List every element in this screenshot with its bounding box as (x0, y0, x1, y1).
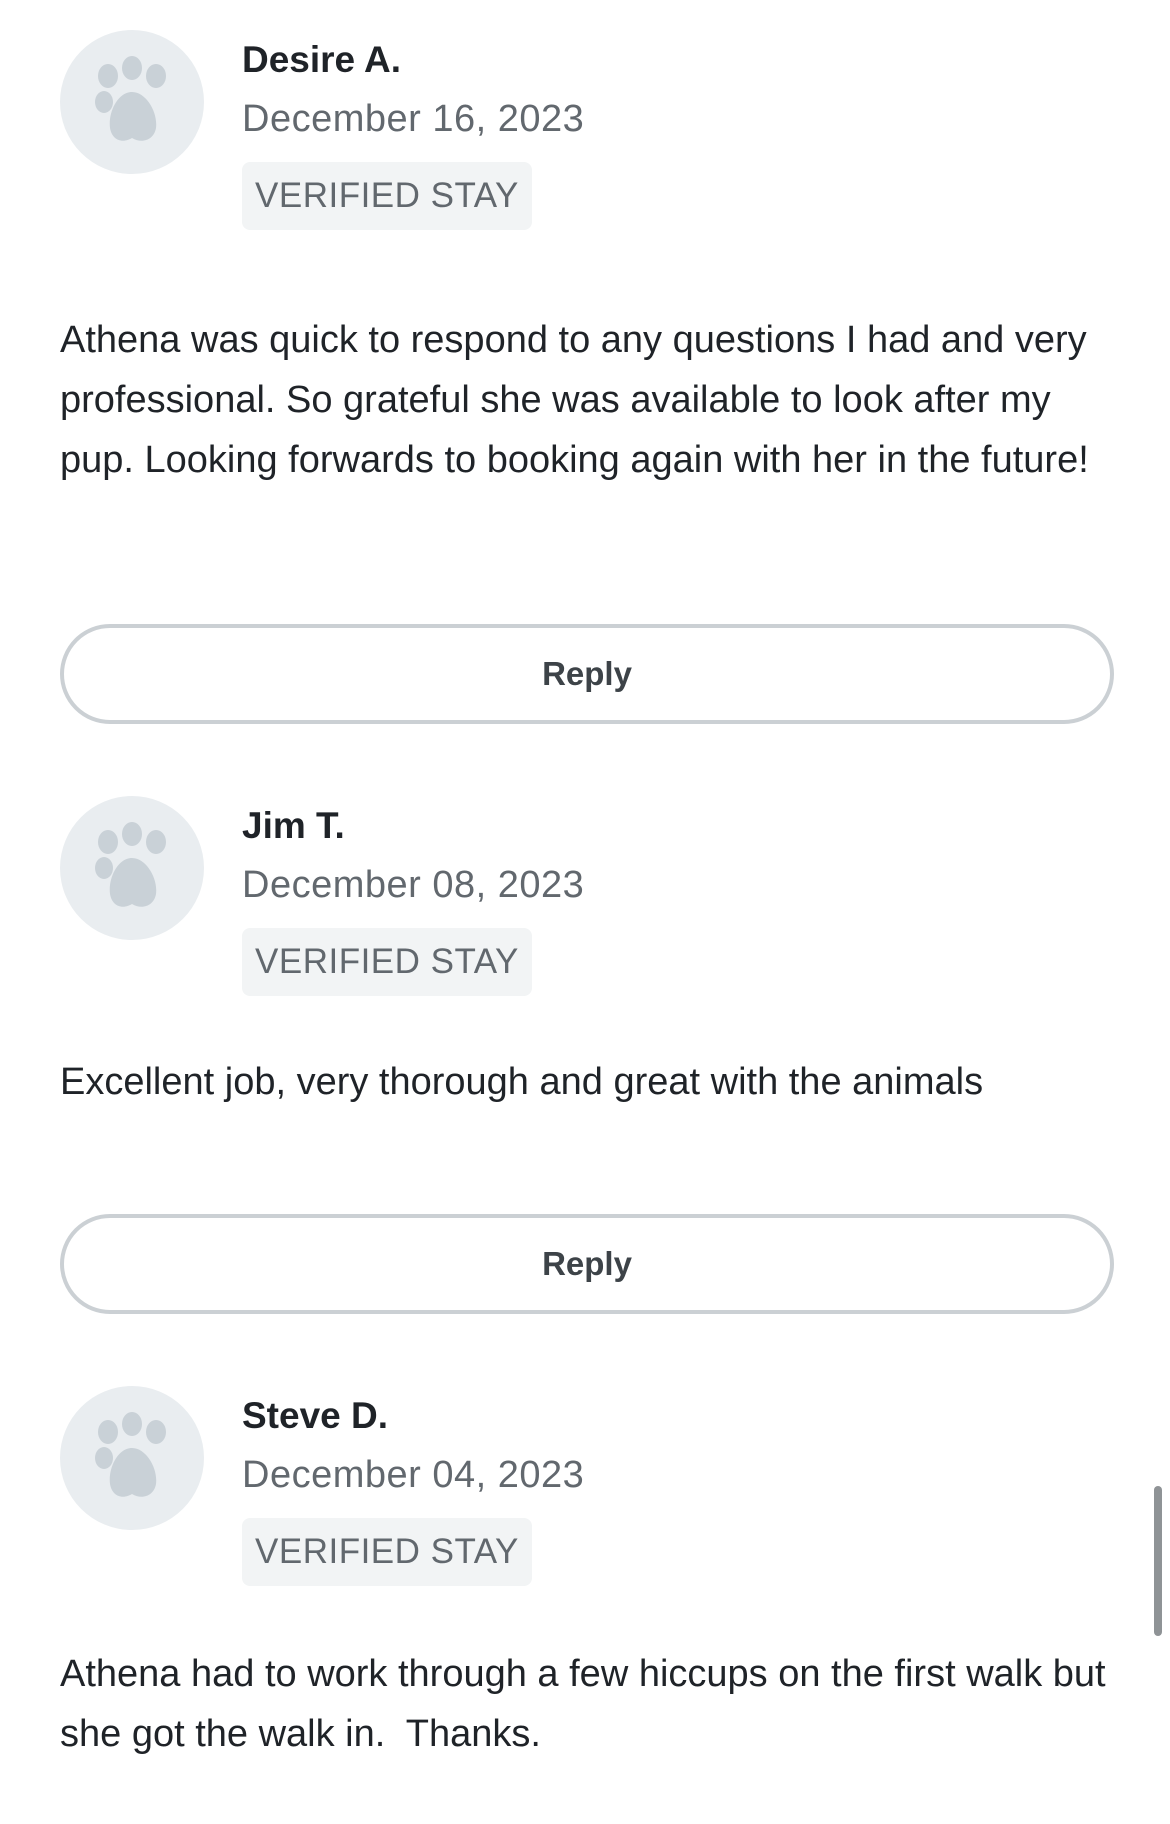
review-text: Excellent job, very thorough and great w… (60, 1061, 984, 1103)
verified-stay-badge: VERIFIED STAY (242, 1518, 532, 1586)
review-meta: Desire A. December 16, 2023 VERIFIED STA… (242, 30, 584, 230)
paw-icon (95, 1412, 166, 1497)
reviewer-name: Desire A. (242, 39, 402, 80)
paw-icon (95, 56, 166, 141)
review-header: Steve D. December 04, 2023 VERIFIED STAY (60, 1386, 1112, 1586)
review-header: Jim T. December 08, 2023 VERIFIED STAY (60, 796, 1112, 996)
review-card: Steve D. December 04, 2023 VERIFIED STAY… (60, 1386, 1112, 1764)
review-meta: Jim T. December 08, 2023 VERIFIED STAY (242, 796, 584, 996)
review-date: December 08, 2023 (242, 864, 585, 906)
review-card: Desire A. December 16, 2023 VERIFIED STA… (60, 30, 1112, 490)
review-header: Desire A. December 16, 2023 VERIFIED STA… (60, 30, 1112, 230)
avatar (60, 30, 204, 174)
verified-stay-badge: VERIFIED STAY (242, 162, 532, 230)
scrollbar[interactable] (1154, 1486, 1162, 1636)
reviewer-name: Jim T. (242, 805, 345, 846)
reply-button[interactable]: Reply (60, 624, 1114, 724)
review-text: Athena had to work through a few hiccups… (60, 1653, 1117, 1755)
avatar (60, 1386, 204, 1530)
review-date: December 16, 2023 (242, 98, 585, 140)
paw-icon (95, 822, 166, 907)
verified-stay-badge: VERIFIED STAY (242, 928, 532, 996)
review-meta: Steve D. December 04, 2023 VERIFIED STAY (242, 1386, 584, 1586)
reviewer-name: Steve D. (242, 1395, 389, 1436)
review-date: December 04, 2023 (242, 1454, 585, 1496)
avatar (60, 796, 204, 940)
review-card: Jim T. December 08, 2023 VERIFIED STAY E… (60, 796, 1112, 1112)
review-text: Athena was quick to respond to any quest… (60, 319, 1098, 481)
reply-button[interactable]: Reply (60, 1214, 1114, 1314)
